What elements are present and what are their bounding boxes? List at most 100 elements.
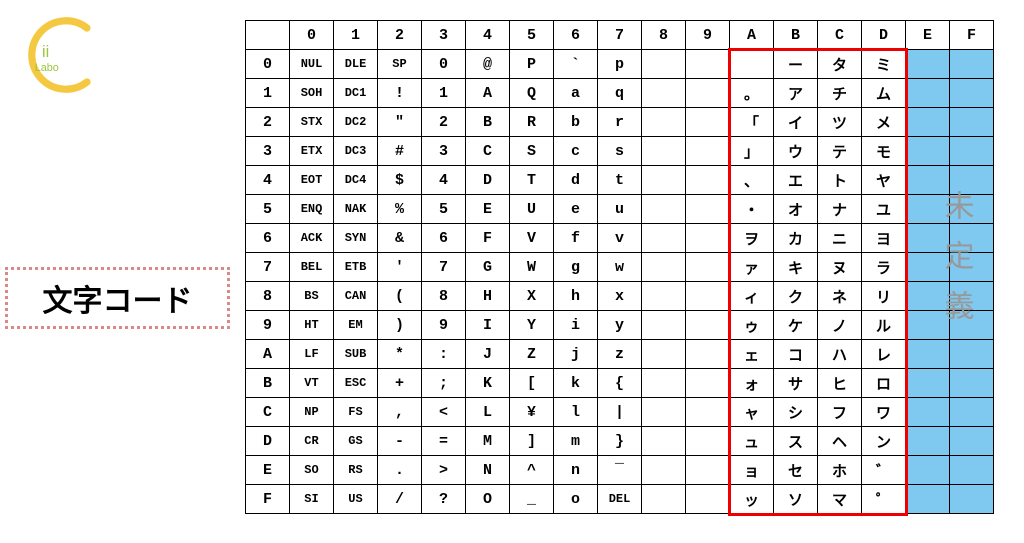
- cell: E: [466, 195, 510, 224]
- row-header: E: [246, 456, 290, 485]
- cell: NP: [290, 398, 334, 427]
- cell: ァ: [730, 253, 774, 282]
- cell: [686, 253, 730, 282]
- cell: SOH: [290, 79, 334, 108]
- col-header: 2: [378, 21, 422, 50]
- row-header: 4: [246, 166, 290, 195]
- cell: 」: [730, 137, 774, 166]
- ascii-table-container: 0123456789ABCDEF 0NULDLESP0@P`pータミ1SOHDC…: [245, 20, 994, 514]
- cell: ー: [774, 50, 818, 79]
- cell: ゜: [862, 485, 906, 514]
- cell: ヤ: [862, 166, 906, 195]
- cell: [950, 79, 994, 108]
- row-header: 1: [246, 79, 290, 108]
- col-header: A: [730, 21, 774, 50]
- cell: STX: [290, 108, 334, 137]
- cell: [: [510, 369, 554, 398]
- cell: CR: [290, 427, 334, 456]
- cell: t: [598, 166, 642, 195]
- cell: r: [598, 108, 642, 137]
- cell: :: [422, 340, 466, 369]
- cell: [906, 282, 950, 311]
- cell: -: [378, 427, 422, 456]
- cell: ニ: [818, 224, 862, 253]
- cell: オ: [774, 195, 818, 224]
- cell: GS: [334, 427, 378, 456]
- cell: P: [510, 50, 554, 79]
- cell: b: [554, 108, 598, 137]
- cell: BS: [290, 282, 334, 311]
- col-header: F: [950, 21, 994, 50]
- cell: ヘ: [818, 427, 862, 456]
- cell: ョ: [730, 456, 774, 485]
- cell: ^: [510, 456, 554, 485]
- cell: [950, 224, 994, 253]
- cell: ロ: [862, 369, 906, 398]
- ascii-table: 0123456789ABCDEF 0NULDLESP0@P`pータミ1SOHDC…: [245, 20, 994, 514]
- cell: d: [554, 166, 598, 195]
- cell: [686, 311, 730, 340]
- cell: サ: [774, 369, 818, 398]
- cell: [906, 253, 950, 282]
- cell: ォ: [730, 369, 774, 398]
- cell: A: [466, 79, 510, 108]
- row-header: A: [246, 340, 290, 369]
- cell: [906, 456, 950, 485]
- cell: [686, 166, 730, 195]
- cell: [686, 50, 730, 79]
- cell: [950, 253, 994, 282]
- cell: (: [378, 282, 422, 311]
- cell: z: [598, 340, 642, 369]
- cell: l: [554, 398, 598, 427]
- cell: ン: [862, 427, 906, 456]
- cell: [906, 195, 950, 224]
- cell: c: [554, 137, 598, 166]
- cell: [642, 137, 686, 166]
- cell: [906, 369, 950, 398]
- cell: <: [422, 398, 466, 427]
- cell: メ: [862, 108, 906, 137]
- col-header: 9: [686, 21, 730, 50]
- cell: ユ: [862, 195, 906, 224]
- cell: [950, 456, 994, 485]
- cell: ゥ: [730, 311, 774, 340]
- cell: DC4: [334, 166, 378, 195]
- cell: u: [598, 195, 642, 224]
- cell: y: [598, 311, 642, 340]
- cell: DC3: [334, 137, 378, 166]
- cell: a: [554, 79, 598, 108]
- cell: セ: [774, 456, 818, 485]
- cell: [950, 50, 994, 79]
- cell: 3: [422, 137, 466, 166]
- cell: [642, 311, 686, 340]
- row-header: 7: [246, 253, 290, 282]
- cell: [686, 108, 730, 137]
- cell: h: [554, 282, 598, 311]
- cell: [642, 340, 686, 369]
- cell: M: [466, 427, 510, 456]
- cell: X: [510, 282, 554, 311]
- cell: [686, 427, 730, 456]
- cell: ・: [730, 195, 774, 224]
- cell: シ: [774, 398, 818, 427]
- cell: ナ: [818, 195, 862, 224]
- cell: .: [378, 456, 422, 485]
- cell: ¥: [510, 398, 554, 427]
- cell: フ: [818, 398, 862, 427]
- col-header: 7: [598, 21, 642, 50]
- cell: [950, 137, 994, 166]
- cell: H: [466, 282, 510, 311]
- cell: }: [598, 427, 642, 456]
- cell: +: [378, 369, 422, 398]
- cell: [686, 282, 730, 311]
- cell: マ: [818, 485, 862, 514]
- cell: F: [466, 224, 510, 253]
- cell: タ: [818, 50, 862, 79]
- cell: ッ: [730, 485, 774, 514]
- col-header: 0: [290, 21, 334, 50]
- cell: L: [466, 398, 510, 427]
- col-header: 4: [466, 21, 510, 50]
- row-header: 8: [246, 282, 290, 311]
- cell: [686, 456, 730, 485]
- cell: [906, 224, 950, 253]
